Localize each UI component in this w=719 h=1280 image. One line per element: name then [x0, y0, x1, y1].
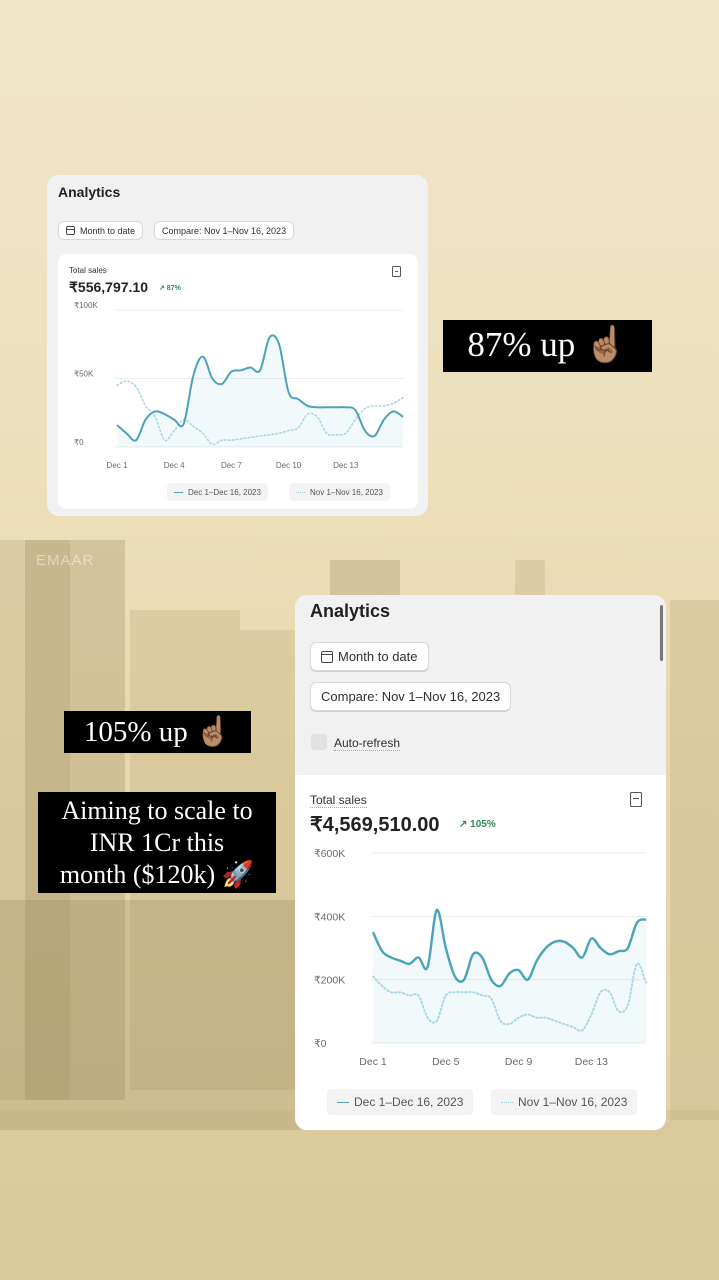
legend-previous[interactable]: Nov 1–Nov 16, 2023: [289, 483, 390, 501]
legend-previous-label: Nov 1–Nov 16, 2023: [310, 487, 383, 497]
legend-current-label: Dec 1–Dec 16, 2023: [354, 1095, 464, 1109]
x-tick-label: Dec 4: [164, 461, 185, 470]
background-building: [0, 900, 300, 1130]
growth-caption-small: 87% up ☝🏽: [443, 320, 652, 372]
x-tick-label: Dec 9: [505, 1056, 533, 1068]
y-tick-label: ₹200K: [314, 975, 345, 987]
goal-caption-line: month ($120k) 🚀: [59, 860, 255, 889]
month-to-date-label: Month to date: [80, 225, 136, 236]
x-tick-label: Dec 10: [276, 461, 302, 470]
legend-current[interactable]: Dec 1–Dec 16, 2023: [327, 1089, 474, 1115]
legend-previous[interactable]: Nov 1–Nov 16, 2023: [491, 1089, 638, 1115]
auto-refresh-label: Auto-refresh: [334, 736, 401, 751]
calendar-icon: [321, 650, 333, 663]
background-building: [330, 560, 400, 600]
y-tick-label: ₹0: [314, 1038, 327, 1050]
growth-caption-large: 105% up ☝🏽: [64, 711, 251, 753]
analytics-card-large: Analytics Month to date Compare: Nov 1–N…: [295, 595, 666, 1130]
calendar-icon: [66, 226, 75, 235]
legend-solid-swatch: [337, 1101, 349, 1103]
month-to-date-button[interactable]: Month to date: [58, 221, 144, 240]
month-to-date-label: Month to date: [338, 649, 418, 664]
analytics-title: Analytics: [310, 601, 391, 621]
y-tick-label: ₹50K: [74, 370, 94, 379]
sales-line-chart: ₹100K ₹50K ₹0 Dec 1 Dec 4 Dec 7 Dec 10 Dec 13: [74, 301, 404, 470]
goal-caption: Aiming to scale to INR 1Cr this month ($…: [38, 792, 276, 893]
y-tick-label: ₹100K: [74, 301, 98, 310]
legend-solid-swatch: [174, 491, 183, 493]
goal-caption-line: Aiming to scale to: [61, 796, 253, 825]
auto-refresh-checkbox[interactable]: [311, 734, 327, 750]
sales-panel: Total sales ₹4,569,510.00 ↗ 105% ₹600K ₹4…: [295, 775, 666, 1130]
background-building: [670, 600, 719, 1120]
y-tick-label: ₹400K: [314, 911, 345, 923]
legend-previous-label: Nov 1–Nov 16, 2023: [518, 1095, 628, 1109]
x-tick-label: Dec 13: [575, 1056, 608, 1068]
compare-label: Compare: Nov 1–Nov 16, 2023: [162, 225, 287, 236]
analytics-card-small: Analytics Month to date Compare: Nov 1–N…: [47, 175, 428, 516]
x-tick-label: Dec 1: [359, 1056, 387, 1068]
sales-line-chart: ₹600K ₹400K ₹200K ₹0 Dec 1 Dec 5 Dec 9 Dec 13: [314, 848, 647, 1068]
legend-current[interactable]: Dec 1–Dec 16, 2023: [167, 483, 268, 501]
x-tick-label: Dec 7: [221, 461, 242, 470]
x-tick-label: Dec 13: [333, 461, 359, 470]
x-tick-label: Dec 5: [432, 1056, 460, 1068]
background-marina: [0, 1110, 719, 1280]
sales-panel: Total sales ₹556,797.10 ↗ 87% ₹100K ₹50K ₹…: [58, 254, 418, 509]
current-series-area: [373, 909, 646, 1043]
goal-caption-line: INR 1Cr this: [89, 828, 225, 857]
legend-dotted-swatch: [501, 1101, 513, 1103]
background-sign: EMAAR: [36, 552, 95, 569]
legend-dotted-swatch: [296, 491, 305, 493]
month-to-date-button[interactable]: Month to date: [310, 642, 429, 671]
scrollbar[interactable]: [660, 605, 663, 661]
compare-button[interactable]: Compare: Nov 1–Nov 16, 2023: [154, 221, 295, 240]
compare-label: Compare: Nov 1–Nov 16, 2023: [321, 689, 501, 704]
x-tick-label: Dec 1: [107, 461, 128, 470]
analytics-title: Analytics: [58, 184, 121, 200]
y-tick-label: ₹600K: [314, 848, 345, 860]
compare-button[interactable]: Compare: Nov 1–Nov 16, 2023: [310, 682, 512, 711]
background-building: [515, 560, 545, 600]
legend-current-label: Dec 1–Dec 16, 2023: [188, 487, 261, 497]
y-tick-label: ₹0: [74, 438, 84, 447]
